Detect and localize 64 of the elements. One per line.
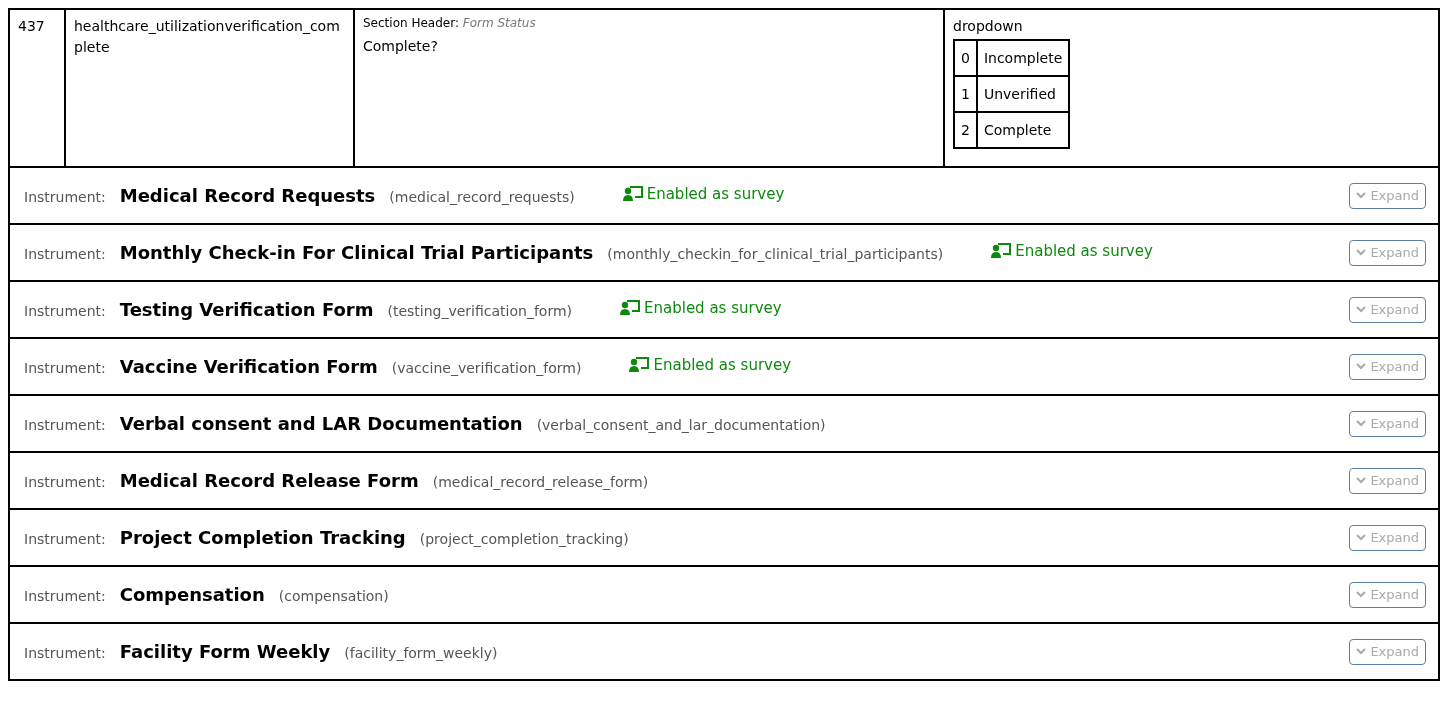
survey-icon [620,300,640,316]
survey-icon [991,243,1012,259]
instrument-title: Project Completion Tracking [119,527,406,548]
instrument-name: (facility_form_weekly) [344,645,498,661]
choice-label: Complete [976,112,1070,148]
expand-button[interactable]: Expand [1349,353,1426,380]
chevron-down-icon [1356,249,1367,256]
survey-status: Enabled as survey [629,356,792,374]
instrument-name: (testing_verification_form) [387,303,572,319]
instrument-prefix: Instrument: [24,645,106,661]
survey-status: Enabled as survey [991,242,1153,260]
expand-button[interactable]: Expand [1349,182,1426,209]
survey-status: Enabled as survey [622,185,785,203]
instrument-prefix: Instrument: [24,246,106,262]
instrument-name: (compensation) [278,588,389,604]
variable-name: healthcare_utilizationverification_complete [74,17,341,57]
instrument-prefix: Instrument: [24,588,106,604]
chevron-down-icon [1356,477,1367,484]
choice-label: Unverified [976,76,1070,112]
instrument-title: Medical Record Requests [119,185,376,206]
instrument-name: (monthly_checkin_for_clinical_trial_participants) [607,246,944,262]
instrument-title: Facility Form Weekly [119,641,331,662]
instrument-title: Vaccine Verification Form [119,356,378,377]
expand-button[interactable]: Expand [1349,524,1426,551]
instrument-prefix: Instrument: [24,189,106,205]
instrument-name: (verbal_consent_and_lar_documentation) [536,417,826,433]
instrument-title: Testing Verification Form [119,299,374,320]
instrument-title: Verbal consent and LAR Documentation [119,413,523,434]
chevron-down-icon [1356,192,1367,199]
field-label: Complete? [363,37,438,56]
expand-button[interactable]: Expand [1349,638,1426,665]
survey-icon [629,357,650,373]
instrument-prefix: Instrument: [24,303,106,319]
expand-button[interactable]: Expand [1349,296,1426,323]
survey-status: Enabled as survey [620,299,782,317]
instrument-name: (medical_record_release_form) [432,474,649,490]
chevron-down-icon [1356,648,1367,655]
instrument-name: (project_completion_tracking) [419,531,629,547]
instrument-title: Medical Record Release Form [119,470,419,491]
chevron-down-icon [1356,306,1367,313]
choice-label: Incomplete [976,40,1070,76]
choice-value: 2 [954,112,977,148]
instrument-prefix: Instrument: [24,417,106,433]
chevron-down-icon [1356,591,1367,598]
choice-value: 0 [954,40,977,76]
instrument-name: (vaccine_verification_form) [391,360,582,376]
chevron-down-icon [1356,420,1367,427]
instrument-prefix: Instrument: [24,474,106,490]
choice-value: 1 [954,76,977,112]
field-type: dropdown [953,17,1023,36]
chevron-down-icon [1356,534,1367,541]
expand-button[interactable]: Expand [1349,581,1426,608]
chevron-down-icon [1356,363,1367,370]
expand-button[interactable]: Expand [1349,239,1426,266]
field-number: 437 [18,17,45,36]
expand-button[interactable]: Expand [1349,410,1426,437]
survey-icon [622,186,643,202]
instrument-title: Monthly Check-in For Clinical Trial Participants [119,242,594,263]
instrument-title: Compensation [119,584,265,605]
instrument-name: (medical_record_requests) [389,189,575,205]
instrument-prefix: Instrument: [24,531,106,547]
instrument-prefix: Instrument: [24,360,106,376]
section-header: Section Header: Form Status [363,16,537,30]
expand-button[interactable]: Expand [1349,467,1426,494]
